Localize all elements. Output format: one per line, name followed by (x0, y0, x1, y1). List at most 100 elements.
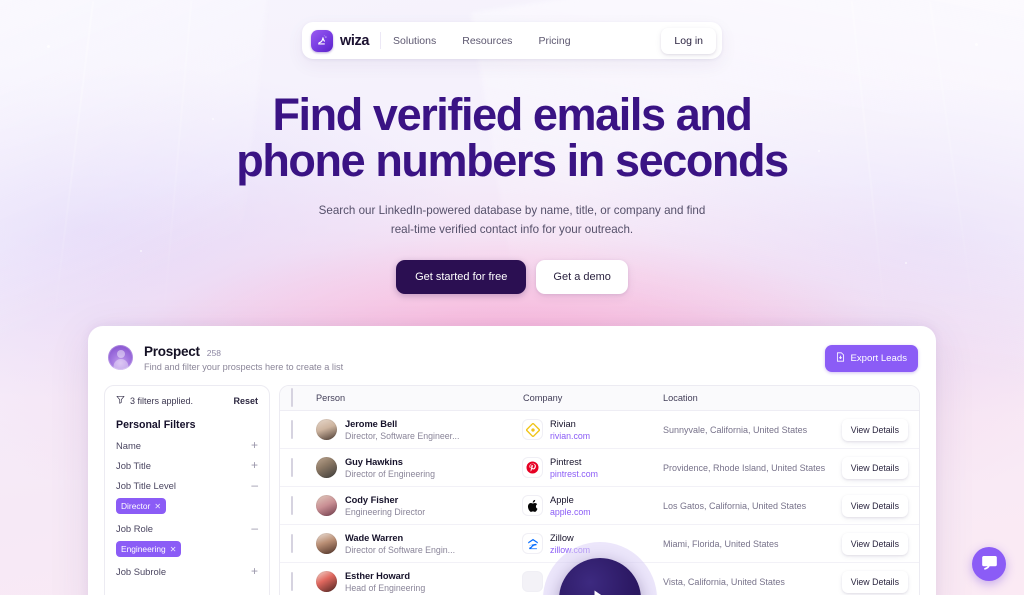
nav-link-pricing[interactable]: Pricing (538, 35, 570, 47)
row-checkbox[interactable] (291, 495, 293, 515)
column-header-person[interactable]: Person (316, 393, 523, 403)
row-checkbox[interactable] (291, 457, 293, 477)
nav-link-solutions[interactable]: Solutions (393, 35, 436, 47)
expand-icon: + (250, 458, 258, 472)
filter-row-name[interactable]: Name + (116, 431, 258, 451)
location-cell: Providence, Rhode Island, United States (663, 462, 826, 473)
filter-chip-engineering[interactable]: Engineering ✕ (116, 541, 182, 557)
avatar (316, 457, 337, 478)
zillow-logo-icon (523, 534, 542, 553)
get-demo-button[interactable]: Get a demo (536, 260, 628, 294)
nav-link-resources[interactable]: Resources (462, 35, 512, 47)
filters-applied-status: 3 filters applied. (116, 395, 193, 406)
row-select-cell (291, 457, 316, 477)
person-name: Guy Hawkins (345, 456, 403, 467)
filter-row-job-role[interactable]: Job Role – (116, 514, 258, 534)
row-select-cell (291, 419, 316, 439)
company-cell (523, 572, 663, 591)
company-cell: Pintrest pintrest.com (523, 457, 663, 479)
chat-bubble-icon (981, 555, 998, 574)
apple-logo-icon (523, 496, 542, 515)
person-role: Head of Engineering (345, 582, 426, 593)
location-cell: Los Gatos, California, United States (663, 500, 807, 511)
filter-chip-label: Engineering (121, 544, 166, 554)
column-header-company[interactable]: Company (523, 393, 663, 403)
wiza-logo-icon (311, 29, 333, 52)
view-details-button[interactable]: View Details (841, 494, 908, 517)
export-document-icon (836, 352, 845, 365)
row-checkbox[interactable] (291, 533, 293, 553)
prospect-card-header: Prospect 258 Find and filter your prospe… (88, 326, 936, 372)
avatar (316, 495, 337, 516)
company-cell: Zillow zillow.com (523, 533, 663, 555)
row-action-cell: View Details (836, 456, 908, 479)
row-checkbox[interactable] (291, 571, 293, 591)
person-text: Cody Fisher Engineering Director (345, 495, 425, 517)
company-domain[interactable]: rivian.com (550, 431, 590, 441)
nav-divider (380, 32, 382, 49)
person-text: Guy Hawkins Director of Engineering (345, 457, 435, 479)
person-name: Cody Fisher (345, 494, 399, 505)
company-cell: Apple apple.com (523, 495, 663, 517)
table-row[interactable]: Jerome Bell Director, Software Engineer.… (280, 411, 919, 449)
company-domain[interactable]: zillow.com (550, 545, 590, 555)
company-text: Zillow zillow.com (550, 533, 590, 555)
company-logo-icon (523, 572, 542, 591)
filter-row-job-title[interactable]: Job Title + (116, 451, 258, 471)
avatar (316, 571, 337, 592)
export-leads-button[interactable]: Export Leads (825, 345, 918, 372)
brand-logo[interactable]: wiza (311, 29, 369, 52)
select-all-checkbox[interactable] (291, 388, 293, 407)
close-icon[interactable]: ✕ (170, 545, 177, 554)
person-name: Jerome Bell (345, 418, 398, 429)
close-icon[interactable]: ✕ (154, 502, 161, 511)
background-sparkle (975, 43, 978, 46)
prospect-subtitle: Find and filter your prospects here to c… (144, 361, 344, 372)
view-details-button[interactable]: View Details (841, 532, 908, 555)
company-domain[interactable]: apple.com (550, 507, 591, 517)
table-row[interactable]: Wade Warren Director of Software Engin..… (280, 525, 919, 563)
company-domain[interactable]: pintrest.com (550, 469, 598, 479)
filter-chip-director[interactable]: Director ✕ (116, 498, 167, 514)
table-header-row: Person Company Location (280, 386, 919, 411)
reset-filters-button[interactable]: Reset (233, 396, 258, 406)
prospect-title-row: Prospect 258 (144, 344, 825, 359)
person-role: Director of Software Engin... (345, 544, 456, 555)
chat-widget-button[interactable] (972, 547, 1006, 581)
avatar (316, 533, 337, 554)
background-sparkle (47, 45, 50, 48)
view-details-button[interactable]: View Details (841, 418, 908, 441)
prospect-avatar (108, 345, 133, 370)
filter-row-job-subrole[interactable]: Job Subrole + (116, 557, 258, 577)
table-row[interactable]: Guy Hawkins Director of Engineering Pint… (280, 449, 919, 487)
expand-icon: + (250, 438, 258, 452)
filter-label-name: Name (116, 440, 142, 451)
prospect-app-card: Prospect 258 Find and filter your prospe… (88, 326, 936, 595)
expand-icon: + (250, 564, 258, 578)
filter-label-job-role: Job Role (116, 523, 154, 534)
top-navigation-bar: wiza Solutions Resources Pricing Log in (302, 22, 722, 59)
filter-row-job-title-level[interactable]: Job Title Level – (116, 471, 258, 491)
funnel-icon (116, 395, 125, 406)
get-started-button[interactable]: Get started for free (396, 260, 527, 294)
hero-subtitle: Search our LinkedIn-powered database by … (0, 201, 1024, 239)
person-text: Esther Howard Head of Engineering (345, 571, 425, 593)
login-button[interactable]: Log in (661, 27, 716, 54)
hero-section: Find verified emails and phone numbers i… (0, 92, 1024, 294)
row-select-cell (291, 571, 316, 591)
row-select-cell (291, 495, 316, 515)
hero-subtitle-line-1: Search our LinkedIn-powered database by … (318, 204, 706, 217)
view-details-button[interactable]: View Details (841, 456, 908, 479)
table-row[interactable]: Cody Fisher Engineering Director Apple a… (280, 487, 919, 525)
person-role: Director of Engineering (345, 468, 435, 479)
person-text: Wade Warren Director of Software Engin..… (345, 533, 455, 555)
table-row[interactable]: Esther Howard Head of Engineering Vista,… (280, 563, 919, 595)
prospects-table: Person Company Location Jerome Bell Dire… (279, 385, 920, 595)
view-details-button[interactable]: View Details (841, 570, 908, 593)
nav-links: Solutions Resources Pricing (393, 35, 571, 47)
column-header-location[interactable]: Location (663, 393, 836, 403)
location-cell: Sunnyvale, California, United States (663, 424, 808, 435)
row-checkbox[interactable] (291, 419, 293, 439)
page-title: Find verified emails and phone numbers i… (0, 92, 1024, 184)
company-cell: Rivian rivian.com (523, 419, 663, 441)
